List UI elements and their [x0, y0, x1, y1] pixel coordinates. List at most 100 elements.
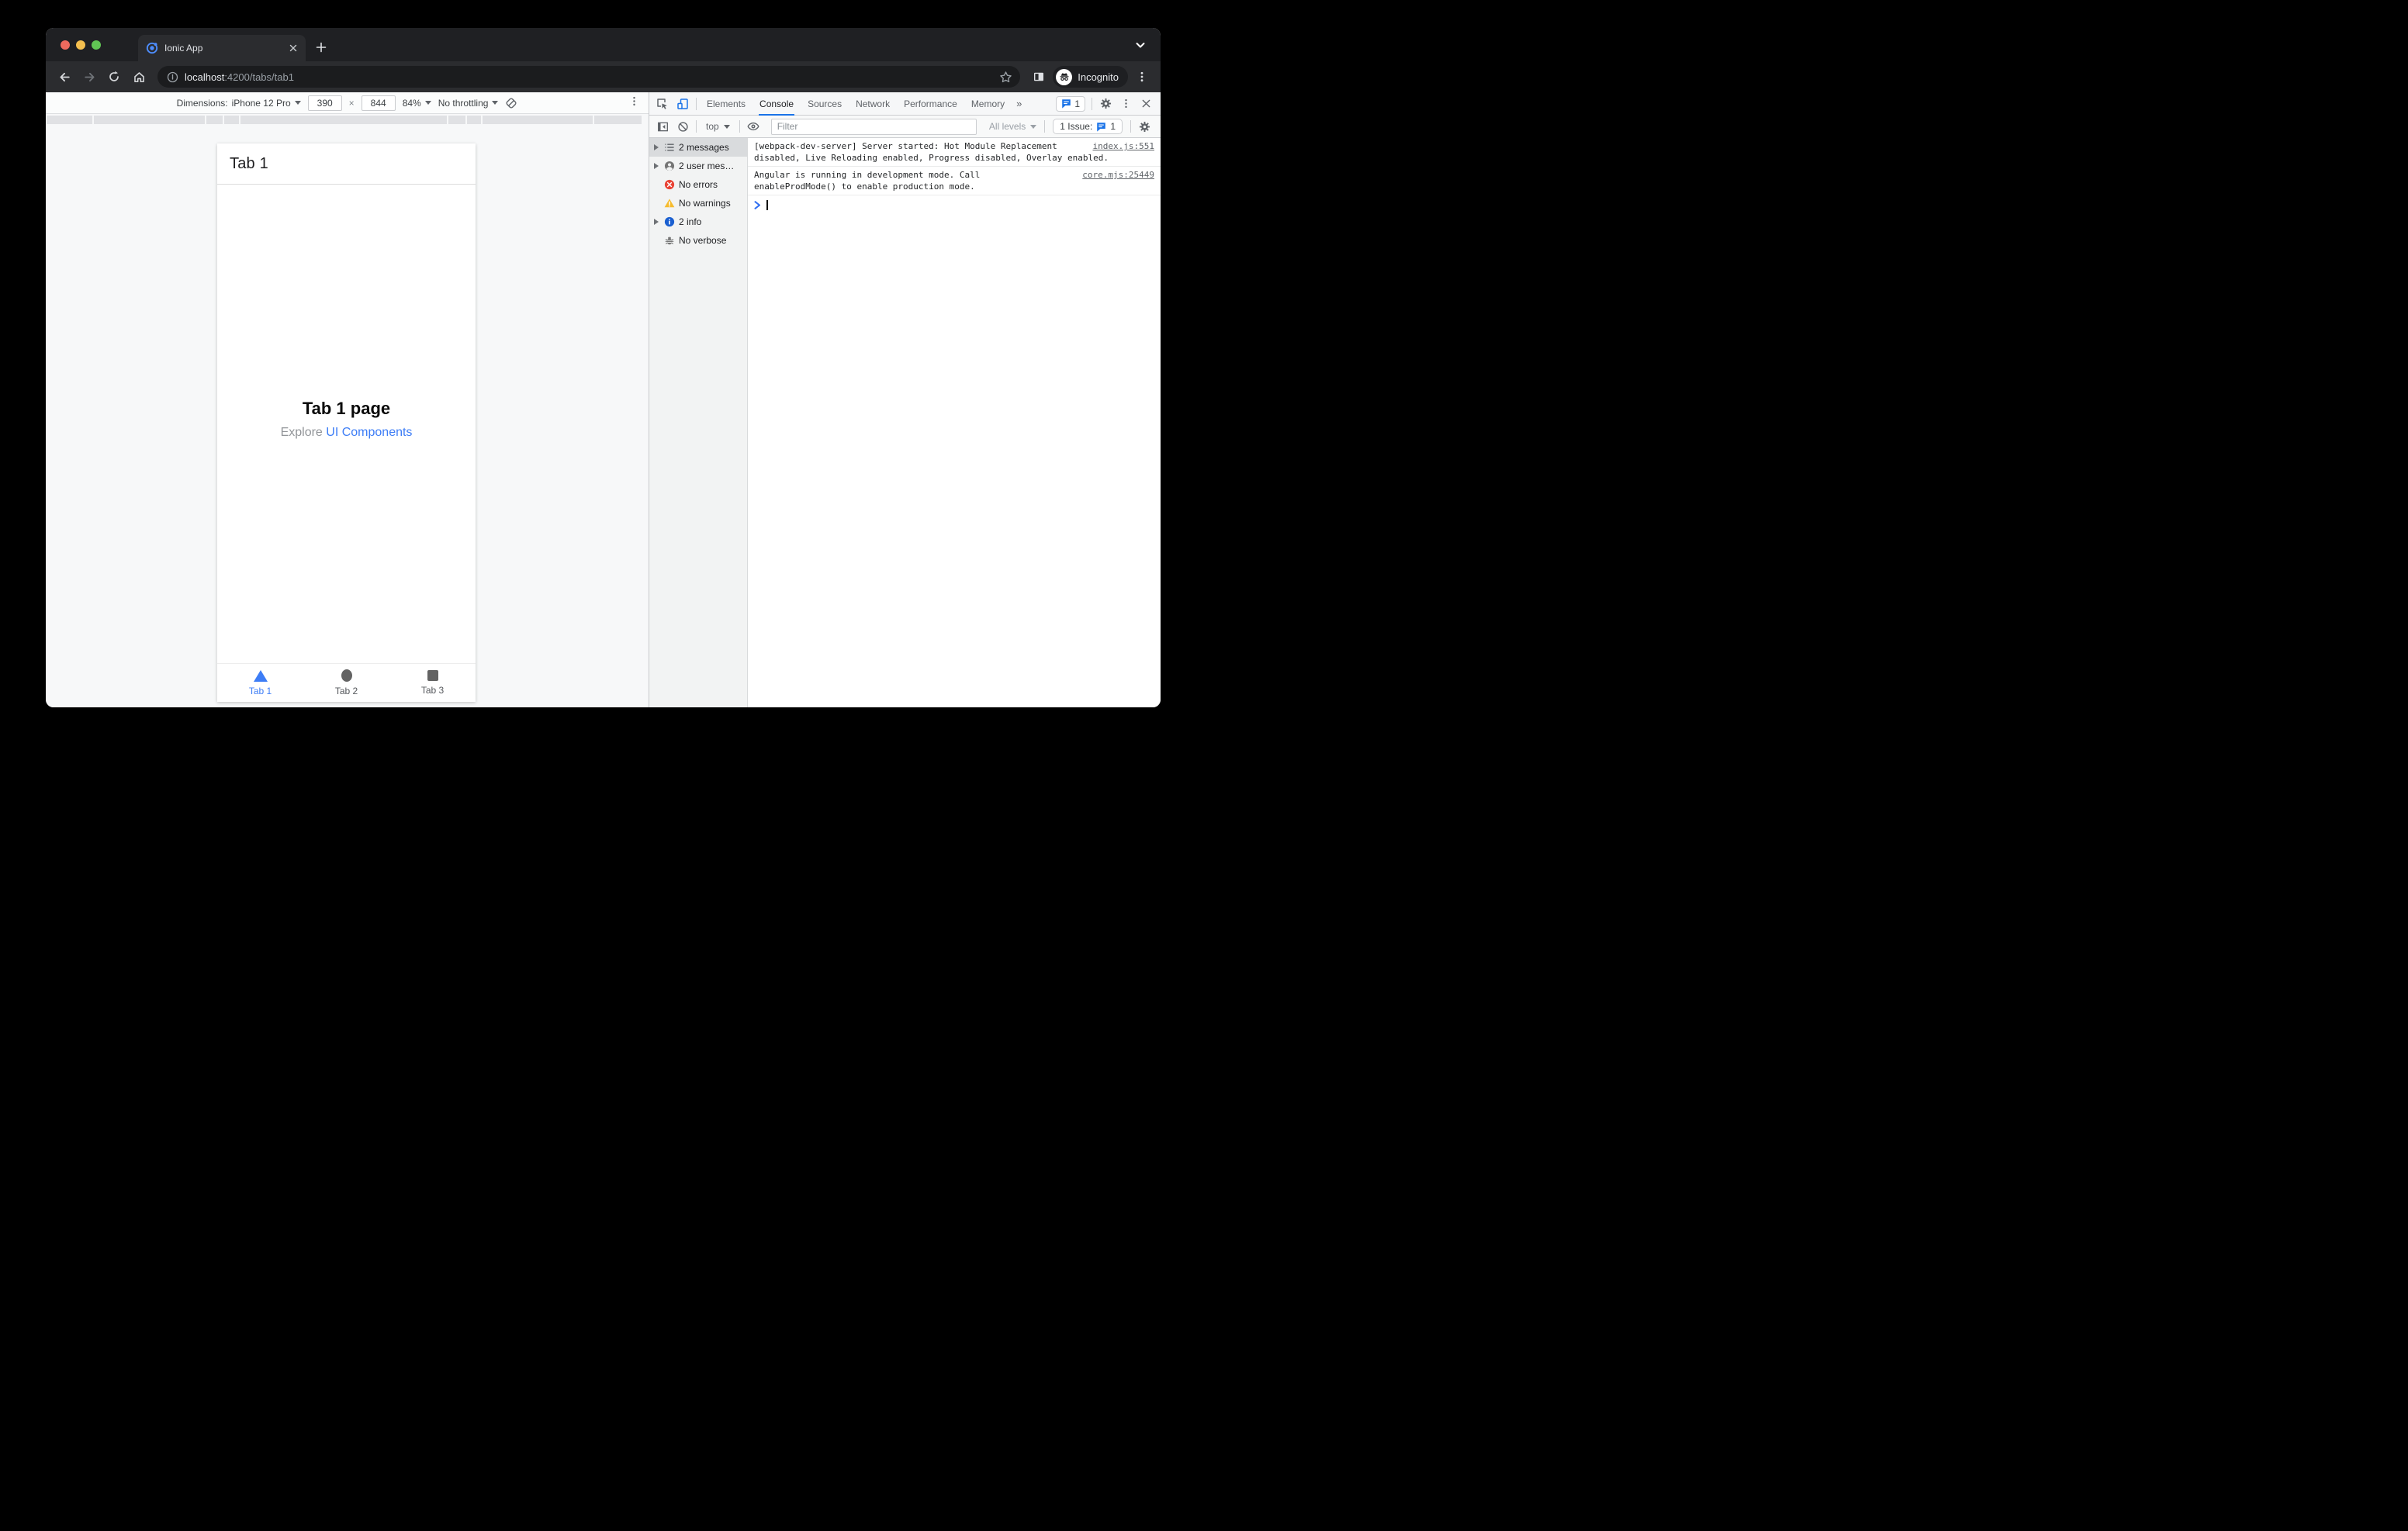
plus-icon	[316, 42, 327, 53]
chevron-down-icon	[723, 124, 730, 129]
tab-network[interactable]: Network	[849, 92, 897, 116]
clear-console-button[interactable]	[673, 116, 693, 137]
ellipse-icon	[341, 669, 352, 682]
window-zoom-button[interactable]	[92, 40, 101, 50]
sidebar-item-errors[interactable]: No errors	[649, 175, 747, 194]
bookmark-star-icon[interactable]	[999, 71, 1012, 84]
tab-close-icon[interactable]	[287, 42, 299, 54]
device-select[interactable]: Dimensions: iPhone 12 Pro	[177, 98, 301, 109]
inspect-element-button[interactable]	[652, 94, 673, 114]
log-levels-select[interactable]: All levels	[984, 121, 1041, 132]
media-query-ruler[interactable]	[46, 114, 649, 126]
console-sidebar-icon	[657, 122, 668, 131]
console-prompt[interactable]	[748, 195, 1161, 215]
reload-icon	[109, 71, 119, 81]
remote-page-area: Tab 1 Tab 1 page Explore UI Components T…	[46, 126, 649, 707]
message-text: [webpack-dev-server] Server started: Hot…	[754, 141, 1109, 163]
incognito-badge: Incognito	[1053, 66, 1128, 88]
ionic-favicon	[146, 42, 158, 54]
device-toolbar-menu-button[interactable]	[629, 96, 639, 109]
javascript-context-select[interactable]: top	[700, 121, 736, 132]
console-toolbar: top All levels	[649, 116, 1161, 138]
home-button[interactable]	[128, 66, 150, 88]
device-width-input[interactable]	[307, 95, 342, 111]
sidebar-item-label: 2 user mes…	[679, 161, 735, 171]
sidebar-item-warnings[interactable]: No warnings	[649, 194, 747, 213]
side-panel-button[interactable]	[1028, 66, 1050, 88]
tab-elements[interactable]: Elements	[700, 92, 752, 116]
window-close-button[interactable]	[61, 40, 70, 50]
gear-icon	[1139, 121, 1150, 132]
rotate-button[interactable]	[505, 97, 517, 109]
devtools-close-button[interactable]	[1136, 94, 1156, 114]
error-icon	[663, 179, 675, 191]
rotate-device-icon	[506, 98, 517, 108]
tab-sources[interactable]: Sources	[801, 92, 849, 116]
reload-button[interactable]	[103, 66, 125, 88]
source-link[interactable]: core.mjs:25449	[1082, 170, 1154, 181]
app-tab-2[interactable]: Tab 2	[303, 664, 389, 702]
app-tab-3[interactable]: Tab 3	[389, 664, 476, 702]
message-text: Angular is running in development mode. …	[754, 170, 981, 192]
ui-components-link[interactable]: UI Components	[326, 426, 412, 439]
user-icon	[663, 161, 675, 172]
console-settings-button[interactable]	[1134, 116, 1154, 137]
issues-label: 1 Issue:	[1060, 121, 1093, 132]
sidebar-item-info[interactable]: 2 info	[649, 213, 747, 231]
incognito-icon	[1056, 68, 1073, 85]
console-sidebar: 2 messages 2 user mes… No errors No warn…	[649, 138, 748, 707]
browser-menu-button[interactable]	[1131, 66, 1153, 88]
forward-button[interactable]	[78, 66, 100, 88]
context-value: top	[706, 121, 719, 132]
sidebar-item-label: No errors	[679, 179, 718, 190]
expander-icon[interactable]	[652, 144, 659, 150]
issues-button[interactable]: 1 Issue: 1	[1053, 119, 1123, 134]
sidebar-item-verbose[interactable]: No verbose	[649, 231, 747, 250]
app-tab-label: Tab 2	[334, 686, 358, 696]
app-tab-1[interactable]: Tab 1	[217, 664, 303, 702]
side-panel-icon	[1034, 72, 1044, 81]
sidebar-item-messages[interactable]: 2 messages	[649, 138, 747, 157]
back-button[interactable]	[54, 66, 75, 88]
tab-performance[interactable]: Performance	[897, 92, 964, 116]
dimensions-label: Dimensions:	[176, 97, 228, 109]
device-viewport: Tab 1 Tab 1 page Explore UI Components T…	[217, 143, 476, 702]
tab-console[interactable]: Console	[752, 92, 801, 116]
app-tab-label: Tab 3	[420, 685, 445, 696]
devtools-menu-button[interactable]	[1116, 94, 1136, 114]
chevron-down-icon	[492, 101, 499, 105]
address-bar[interactable]: localhost:4200/tabs/tab1	[157, 66, 1021, 88]
device-height-input[interactable]	[361, 95, 396, 111]
expander-icon[interactable]	[652, 163, 659, 169]
devtools-tab-bar: Elements Console Sources Network Perform…	[649, 92, 1161, 116]
more-tabs-button[interactable]: »	[1012, 98, 1026, 109]
divider	[1130, 120, 1131, 133]
back-arrow-icon	[59, 72, 70, 81]
window-content: Dimensions: iPhone 12 Pro × 84% No throt…	[46, 92, 1161, 707]
site-info-icon[interactable]	[167, 71, 178, 83]
new-tab-button[interactable]	[310, 36, 332, 58]
issues-counter-button[interactable]: 1	[1056, 95, 1085, 112]
console-log-area[interactable]: index.js:551 [webpack-dev-server] Server …	[748, 138, 1161, 707]
devtools-settings-button[interactable]	[1095, 94, 1116, 114]
source-link[interactable]: index.js:551	[1093, 141, 1154, 153]
tab-strip: Ionic App	[46, 28, 1161, 61]
app-header-title: Tab 1	[230, 154, 268, 172]
sidebar-item-user-messages[interactable]: 2 user mes…	[649, 157, 747, 175]
incognito-label: Incognito	[1078, 71, 1119, 83]
console-filter-input[interactable]	[770, 118, 977, 135]
window-minimize-button[interactable]	[76, 40, 85, 50]
tab-search-button[interactable]	[1134, 28, 1147, 61]
issues-count: 1	[1074, 98, 1080, 109]
tab-memory[interactable]: Memory	[964, 92, 1012, 116]
square-icon	[427, 670, 438, 681]
zoom-select[interactable]: 84%	[403, 98, 431, 109]
toggle-device-toolbar-button[interactable]	[673, 94, 693, 114]
throttling-select[interactable]: No throttling	[438, 98, 499, 109]
browser-tab-ionic-app[interactable]: Ionic App	[138, 35, 306, 61]
live-expression-button[interactable]	[743, 116, 763, 137]
macos-window-controls	[61, 28, 101, 61]
chevron-down-icon	[424, 101, 431, 105]
toggle-console-sidebar-button[interactable]	[652, 116, 673, 137]
expander-icon[interactable]	[652, 219, 659, 225]
